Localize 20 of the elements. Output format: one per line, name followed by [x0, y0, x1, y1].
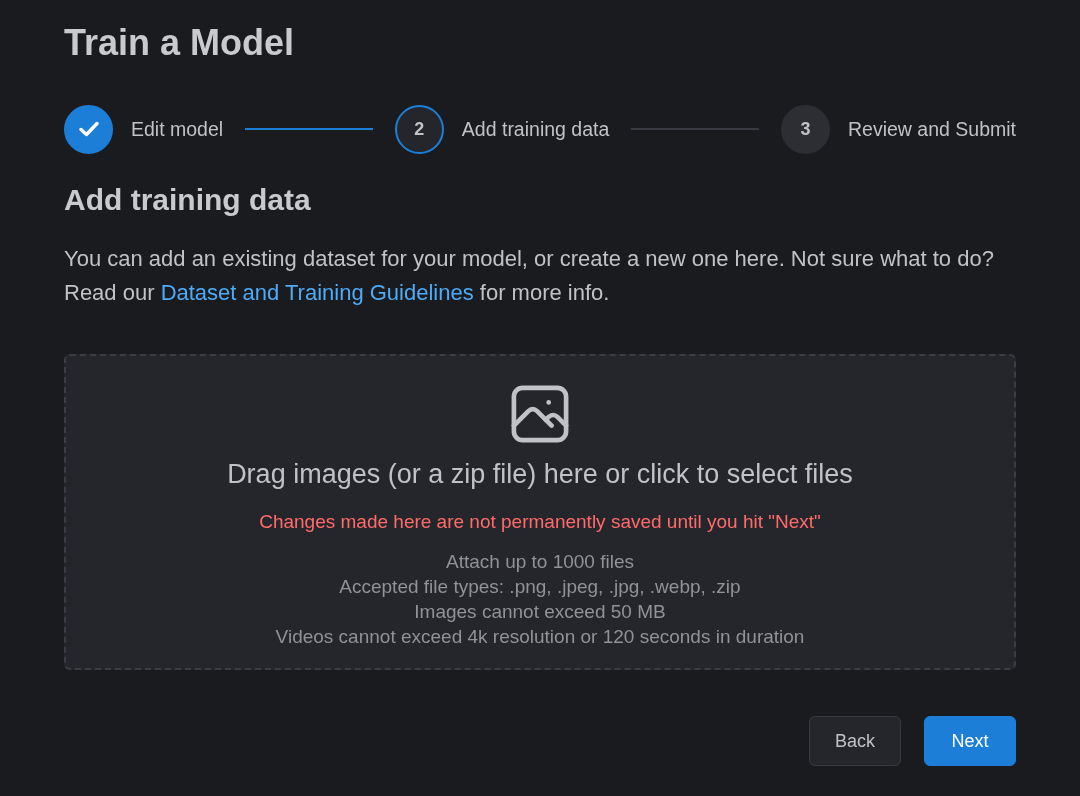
- guidelines-link[interactable]: Dataset and Training Guidelines: [160, 280, 474, 305]
- check-icon: [78, 121, 99, 137]
- intro-text: You can add an existing dataset for your model, or create a new one here. Not sure what to do? Read our Dataset and Training Guidelines for more info.: [64, 245, 995, 307]
- file-requirement: Videos cannot exceed 4k resolution or 120 seconds in duration: [275, 625, 805, 649]
- step-label: Add training data: [461, 117, 610, 141]
- step-indicator: 3: [781, 104, 830, 154]
- warning-text: Changes made here are not permanently saved until you hit "Next": [259, 510, 821, 534]
- upload-prompt: Drag images (or a zip file) here or click to select files: [227, 458, 853, 491]
- file-requirement: Accepted file types: .png, .jpeg, .jpg, .webp, .zip: [339, 575, 741, 599]
- next-button[interactable]: Next: [924, 716, 1016, 766]
- section-heading: Add training data: [64, 182, 312, 218]
- back-button[interactable]: Back: [809, 716, 901, 766]
- dropzone[interactable]: [64, 354, 1016, 670]
- file-requirement: Images cannot exceed 50 MB: [414, 600, 666, 624]
- page-title: Train a Model: [64, 21, 296, 65]
- file-requirement: Attach up to 1000 files: [446, 550, 634, 574]
- step-indicator: 2: [394, 104, 444, 154]
- image-icon: [511, 385, 569, 443]
- step-label: Edit model: [131, 117, 224, 141]
- step-label: Review and Submit: [848, 117, 1016, 141]
